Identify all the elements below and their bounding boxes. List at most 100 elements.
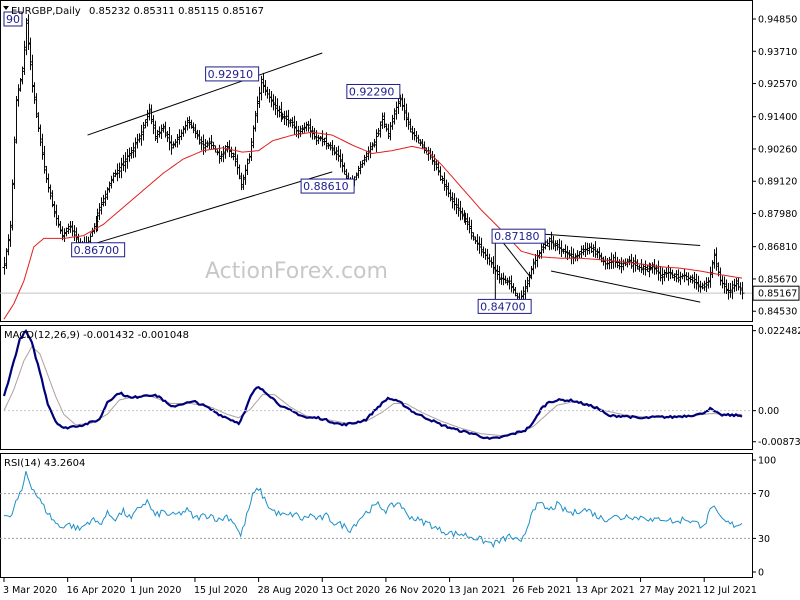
x-tick-label: 13 Apr 2021 [576,585,635,596]
price-bar [694,273,699,290]
trend-line [545,233,701,247]
price-bar [678,271,683,285]
price-bar [523,279,528,301]
price-bar [384,123,389,132]
price-bar [239,172,244,191]
price-bar [505,277,510,286]
price-bar [706,277,711,289]
price-bar [668,267,673,280]
price-bar [40,133,45,160]
annotation-text: 0.92910 [208,68,254,81]
price-bar [99,197,104,215]
rsi-layer [0,471,752,549]
x-tick-label: 13 Oct 2020 [321,585,380,596]
price-bar [366,146,371,161]
price-bar [121,154,126,171]
price-bar [420,138,425,150]
collapse-arrow-icon[interactable] [3,6,9,10]
price-bar [286,109,291,128]
price-annotation: 0.86700 [71,242,126,258]
y-tick-label: 0.94850 [758,14,797,25]
rsi-tick-label: 30 [758,534,770,545]
price-bar [249,138,254,162]
price-bar [635,259,640,270]
x-tick-label: 26 Nov 2020 [385,585,446,596]
moving-average-line [3,131,743,320]
price-bar [615,256,620,269]
macd-line [2,328,743,441]
price-bar [483,248,488,260]
price-bar [265,86,270,99]
macd-tick-label: 0.022482 [758,326,800,337]
price-bar [631,257,636,273]
rsi-tick-label: 0 [758,568,764,579]
watermark: ActionForex.com [205,259,388,284]
y-tick-label: 0.86810 [758,242,797,253]
price-bar [416,134,421,144]
price-bar [621,259,626,271]
price-bar [16,84,21,107]
price-bar [684,272,689,281]
price-bar [183,120,188,134]
price-bar [467,217,472,234]
price-bar [495,264,500,280]
price-bar [151,115,156,135]
price-bar [414,131,419,143]
price-bar [241,174,246,190]
price-bar [56,215,61,228]
price-bar [481,246,486,258]
price-bar [159,124,164,139]
rsi-tick-label: 100 [758,456,776,467]
price-bar [175,134,180,148]
price-bar [442,172,447,191]
price-bar [97,203,102,221]
price-bar [36,112,41,133]
price-bar [26,14,31,50]
price-bar [145,109,150,127]
price-bar [12,136,17,190]
price-bar [115,163,120,182]
price-bar [597,247,602,261]
macd-pane-frame [0,325,753,450]
price-bar [10,179,15,231]
eurgbp-chart: ActionForex.com 900.867000.929100.886100… [0,0,800,596]
price-bar [52,201,57,218]
price-bar [511,283,516,294]
price-bar [44,165,49,183]
price-bar [477,236,482,254]
annotation-text: 0.88610 [303,180,349,193]
price-bar [438,166,443,181]
x-tick-label: 1 Jun 2020 [130,585,181,596]
price-bar [22,40,27,75]
price-bar [237,164,242,180]
price-bar [185,117,190,131]
price-bar [591,244,596,257]
price-bar [225,141,230,153]
price-bar [137,133,142,143]
annotation-text: 0.92290 [349,85,395,98]
price-bar [235,154,240,175]
price-bar [211,142,216,149]
x-tick-label: 26 Feb 2021 [512,585,571,596]
price-bar [454,197,459,215]
price-bar [70,221,75,237]
price-bar [513,286,518,297]
price-bar [718,267,723,286]
price-bar [338,149,343,168]
price-bar [404,103,409,127]
x-tick-label: 28 Aug 2020 [258,585,319,596]
x-tick-label: 16 Apr 2020 [67,585,126,596]
y-tick-label: 0.90260 [758,144,797,155]
price-bar [700,282,705,290]
price-bar [531,258,536,275]
price-bar [209,134,214,150]
price-bar [368,142,373,159]
rsi-pane-frame [0,453,753,578]
price-bar [525,276,530,293]
price-annotation: 0.87180 [491,228,546,244]
price-bar [135,133,140,149]
price-bar [245,158,250,176]
price-bar [444,179,449,196]
price-bar [390,114,395,130]
price-bar [193,123,198,139]
